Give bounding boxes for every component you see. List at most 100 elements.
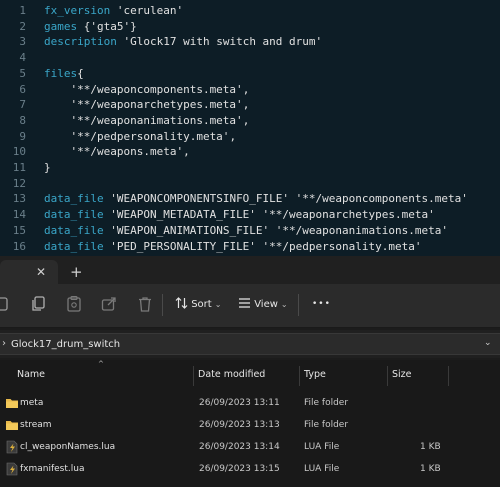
column-divider[interactable] — [387, 366, 388, 386]
toolbar-separator — [298, 294, 299, 316]
column-divider[interactable] — [299, 366, 300, 386]
line-number: 4 — [19, 51, 26, 65]
cut-icon[interactable] — [0, 295, 10, 313]
code-line[interactable]: 16 data_file 'PED_PERSONALITY_FILE' '**/p… — [0, 239, 500, 255]
address-field[interactable]: › Glock17_drum_switch ⌄ — [0, 333, 500, 355]
file-row[interactable]: stream 26/09/2023 13:13 File folder — [0, 415, 500, 437]
file-name[interactable]: meta — [20, 397, 43, 410]
code-token: '**/weaponarchetypes.meta' — [44, 98, 243, 112]
copy-icon[interactable] — [30, 295, 48, 313]
column-header-modified[interactable]: Date modified — [198, 369, 265, 381]
line-number: 11 — [12, 161, 26, 174]
file-size: 1 KB — [420, 442, 441, 452]
file-modified: 26/09/2023 13:14 — [199, 442, 280, 452]
lua-file-icon — [6, 440, 18, 454]
code-line[interactable]: 10 '**/weapons.meta', — [0, 144, 500, 160]
file-name[interactable]: cl_weaponNames.lua — [20, 441, 115, 454]
line-number: 2 — [19, 19, 26, 33]
code-line[interactable]: 13 data_file 'WEAPONCOMPONENTSINFO_FILE' … — [0, 191, 500, 207]
code-token: 'cerulean' — [116, 4, 184, 17]
code-text: '**/weaponanimations.meta', — [44, 113, 249, 129]
column-divider[interactable] — [193, 366, 194, 386]
view-icon — [239, 298, 250, 308]
code-token: description — [44, 35, 124, 49]
code-token: 'PED_PERSONALITY_FILE' '**/pedpersonalit… — [110, 239, 422, 253]
code-line[interactable]: 11} — [0, 160, 500, 176]
code-text: data_file 'WEAPON_METADATA_FILE' '**/wea… — [44, 207, 435, 223]
view-label: View — [254, 299, 278, 310]
file-row[interactable]: meta 26/09/2023 13:11 File folder — [0, 393, 500, 415]
breadcrumb-folder[interactable]: Glock17_drum_switch — [11, 338, 120, 351]
sort-caret-icon: ^ — [98, 360, 104, 368]
code-token: 'gta5' — [90, 19, 131, 33]
column-header-row: ^ Name Date modified Type Size — [0, 360, 500, 390]
line-number: 5 — [19, 66, 26, 80]
column-header-size[interactable]: Size — [392, 369, 412, 381]
file-modified: 26/09/2023 13:15 — [199, 464, 280, 474]
code-text: data_file 'WEAPON_ANIMATIONS_FILE' '**/w… — [44, 223, 448, 239]
code-token: files — [44, 66, 78, 80]
line-number: 6 — [19, 82, 26, 96]
code-text: games {'gta5'} — [44, 19, 137, 35]
code-token: 'Glock17 with switch and drum' — [123, 35, 323, 49]
paste-icon[interactable] — [65, 295, 83, 313]
column-header-type[interactable]: Type — [304, 369, 326, 381]
code-editor[interactable]: 1 fx_version 'cerulean' 2 games {'gta5'} 3 de… — [0, 0, 500, 256]
file-name[interactable]: fxmanifest.lua — [20, 463, 85, 476]
code-line[interactable]: 15 data_file 'WEAPON_ANIMATIONS_FILE' '**… — [0, 223, 500, 239]
line-number: 15 — [12, 223, 26, 237]
code-token: 'WEAPONCOMPONENTSINFO_FILE' '**/weaponco… — [110, 192, 468, 206]
code-line[interactable]: 9 '**/pedpersonality.meta', — [0, 129, 500, 145]
chevron-down-icon[interactable]: ⌄ — [484, 338, 492, 348]
sort-button[interactable]: Sort ⌄ — [175, 297, 221, 312]
code-line[interactable]: 1 fx_version 'cerulean' — [0, 3, 500, 19]
sort-icon — [175, 297, 188, 309]
code-line[interactable]: 4 — [0, 50, 500, 66]
file-type: LUA File — [304, 464, 340, 474]
code-text: '**/pedpersonality.meta', — [44, 129, 236, 145]
column-header-name[interactable]: Name — [17, 369, 45, 381]
code-line[interactable]: 6 '**/weaponcomponents.meta', — [0, 82, 500, 98]
code-text: fx_version 'cerulean' — [44, 3, 183, 19]
folder-icon — [6, 399, 18, 408]
code-token: { — [77, 66, 84, 80]
file-type: File folder — [304, 398, 349, 408]
delete-icon[interactable] — [136, 295, 154, 313]
sort-label: Sort — [191, 299, 212, 310]
code-line[interactable]: 7 '**/weaponarchetypes.meta', — [0, 97, 500, 113]
code-line[interactable]: 12 — [0, 176, 500, 192]
code-token: '**/weaponcomponents.meta' — [44, 82, 243, 96]
code-token: '**/weapons.meta' — [44, 145, 184, 159]
chevron-right-icon[interactable]: › — [2, 338, 6, 349]
code-token: data_file — [44, 208, 111, 222]
code-line[interactable]: 14 data_file 'WEAPON_METADATA_FILE' '**/w… — [0, 207, 500, 223]
file-row[interactable]: cl_weaponNames.lua 26/09/2023 13:14 LUA Fi… — [0, 437, 500, 459]
view-button[interactable]: View ⌄ — [238, 297, 288, 312]
explorer-tab[interactable]: ✕ — [0, 260, 58, 284]
code-line[interactable]: 2 games {'gta5'} — [0, 19, 500, 35]
line-number: 16 — [12, 239, 26, 253]
file-name[interactable]: stream — [20, 419, 52, 432]
code-token: games — [44, 19, 84, 33]
column-divider[interactable] — [448, 366, 449, 386]
code-line[interactable]: 3 description 'Glock17 with switch and dr… — [0, 34, 500, 50]
line-number: 8 — [19, 113, 26, 127]
line-number: 13 — [12, 192, 26, 206]
more-options-button[interactable]: ••• — [312, 297, 331, 311]
code-line[interactable]: 5 files{ — [0, 66, 500, 82]
share-icon[interactable] — [100, 295, 118, 313]
code-token: 'WEAPON_METADATA_FILE' '**/weaponarchety… — [110, 208, 435, 222]
tab-bar: ✕ + — [0, 256, 500, 284]
code-token: , — [229, 129, 237, 143]
close-tab-icon[interactable]: ✕ — [36, 266, 46, 278]
code-text: '**/weaponcomponents.meta', — [44, 82, 249, 98]
file-modified: 26/09/2023 13:13 — [199, 420, 280, 430]
command-bar: Sort ⌄ View ⌄ ••• — [0, 284, 500, 328]
code-token: , — [242, 98, 250, 112]
code-token: } — [44, 161, 51, 174]
code-line[interactable]: 8 '**/weaponanimations.meta', — [0, 113, 500, 129]
code-token: , — [242, 113, 250, 127]
file-row[interactable]: fxmanifest.lua 26/09/2023 13:15 LUA File 1 … — [0, 459, 500, 481]
new-tab-icon[interactable]: + — [70, 265, 83, 280]
code-token: , — [242, 82, 250, 96]
